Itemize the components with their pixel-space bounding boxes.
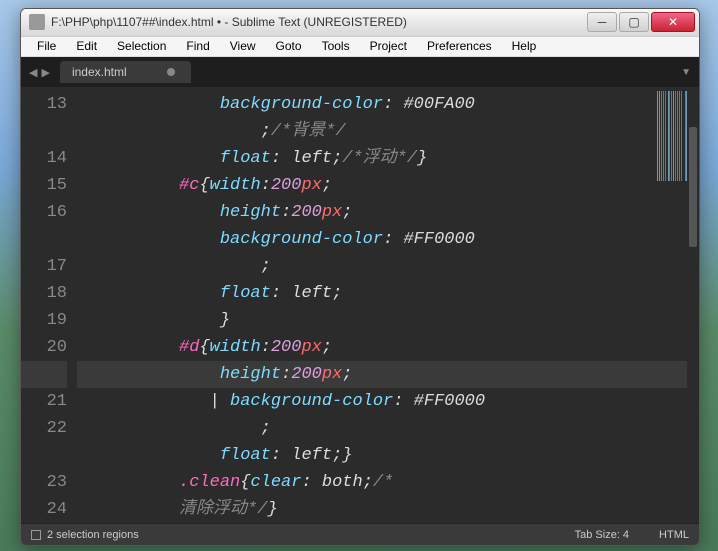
window-controls: ─ ▢ ✕ (587, 12, 695, 32)
gutter-line: 22 (21, 415, 67, 442)
gutter-line: 21 (21, 388, 67, 415)
tab-dirty-indicator (167, 68, 175, 76)
gutter-line: 20 (21, 334, 67, 361)
gutter-line (21, 226, 67, 253)
tab-nav: ◀ ▶ (29, 66, 50, 79)
code-line[interactable]: height:200px; (77, 361, 699, 388)
gutter-line (21, 118, 67, 145)
code-content[interactable]: background-color: #00FA00 ;/*背景*/ float:… (77, 87, 699, 523)
code-line[interactable]: | background-color: #FF0000 (77, 388, 699, 415)
code-line[interactable]: #d{width:200px; (77, 334, 699, 361)
gutter-line: 23 (21, 469, 67, 496)
status-syntax[interactable]: HTML (659, 529, 689, 541)
editor: ◀ ▶ index.html ▼ 13 141516 17181920 2122… (21, 57, 699, 545)
gutter-line: 14 (21, 145, 67, 172)
gutter: 13 141516 17181920 2122 2324 (21, 87, 77, 523)
app-window: F:\PHP\php\1107##\index.html • - Sublime… (20, 8, 700, 546)
gutter-line: 19 (21, 307, 67, 334)
gutter-line: 18 (21, 280, 67, 307)
menu-help[interactable]: Help (502, 37, 547, 55)
gutter-line (21, 442, 67, 469)
code-line[interactable]: #c{width:200px; (77, 172, 699, 199)
statusbar: 2 selection regions Tab Size: 4 HTML (21, 523, 699, 545)
gutter-line: 16 (21, 199, 67, 226)
menu-project[interactable]: Project (360, 37, 417, 55)
code-line[interactable]: float: left; (77, 280, 699, 307)
status-tab-size[interactable]: Tab Size: 4 (575, 529, 629, 541)
window-title: F:\PHP\php\1107##\index.html • - Sublime… (51, 15, 587, 29)
code-line[interactable]: ; (77, 415, 699, 442)
vertical-scrollbar[interactable] (687, 87, 699, 523)
code-line[interactable]: height:200px; (77, 199, 699, 226)
menu-tools[interactable]: Tools (312, 37, 360, 55)
menu-view[interactable]: View (220, 37, 266, 55)
tab-overflow-icon[interactable]: ▼ (681, 67, 691, 78)
status-selection: 2 selection regions (47, 529, 139, 541)
minimize-button[interactable]: ─ (587, 12, 617, 32)
gutter-line: 17 (21, 253, 67, 280)
titlebar[interactable]: F:\PHP\php\1107##\index.html • - Sublime… (21, 9, 699, 37)
gutter-line: 13 (21, 91, 67, 118)
menu-find[interactable]: Find (176, 37, 219, 55)
scrollbar-thumb[interactable] (689, 127, 697, 247)
menu-edit[interactable]: Edit (66, 37, 107, 55)
code-line[interactable]: float: left;/*浮动*/} (77, 145, 699, 172)
code-line[interactable]: 清除浮动*/} (77, 496, 699, 523)
tab-prev-icon[interactable]: ◀ (29, 66, 37, 79)
maximize-button[interactable]: ▢ (619, 12, 649, 32)
minimap[interactable] (657, 91, 687, 181)
menubar: FileEditSelectionFindViewGotoToolsProjec… (21, 37, 699, 57)
code-line[interactable]: } (77, 307, 699, 334)
code-line[interactable]: .clean{clear: both;/* (77, 469, 699, 496)
gutter-line: 15 (21, 172, 67, 199)
status-icon (31, 530, 41, 540)
menu-goto[interactable]: Goto (266, 37, 312, 55)
gutter-line (21, 361, 67, 388)
gutter-line: 24 (21, 496, 67, 523)
code-line[interactable]: background-color: #FF0000 (77, 226, 699, 253)
code-line[interactable]: background-color: #00FA00 (77, 91, 699, 118)
tab-bar: ◀ ▶ index.html ▼ (21, 57, 699, 87)
code-area[interactable]: 13 141516 17181920 2122 2324 background-… (21, 87, 699, 523)
menu-preferences[interactable]: Preferences (417, 37, 502, 55)
tab-next-icon[interactable]: ▶ (41, 66, 49, 79)
tab-label: index.html (72, 65, 127, 79)
code-line[interactable]: ; (77, 253, 699, 280)
menu-selection[interactable]: Selection (107, 37, 176, 55)
code-line[interactable]: float: left;} (77, 442, 699, 469)
close-button[interactable]: ✕ (651, 12, 695, 32)
menu-file[interactable]: File (27, 37, 66, 55)
tab-index-html[interactable]: index.html (60, 61, 191, 83)
app-icon (29, 14, 45, 30)
code-line[interactable]: ;/*背景*/ (77, 118, 699, 145)
